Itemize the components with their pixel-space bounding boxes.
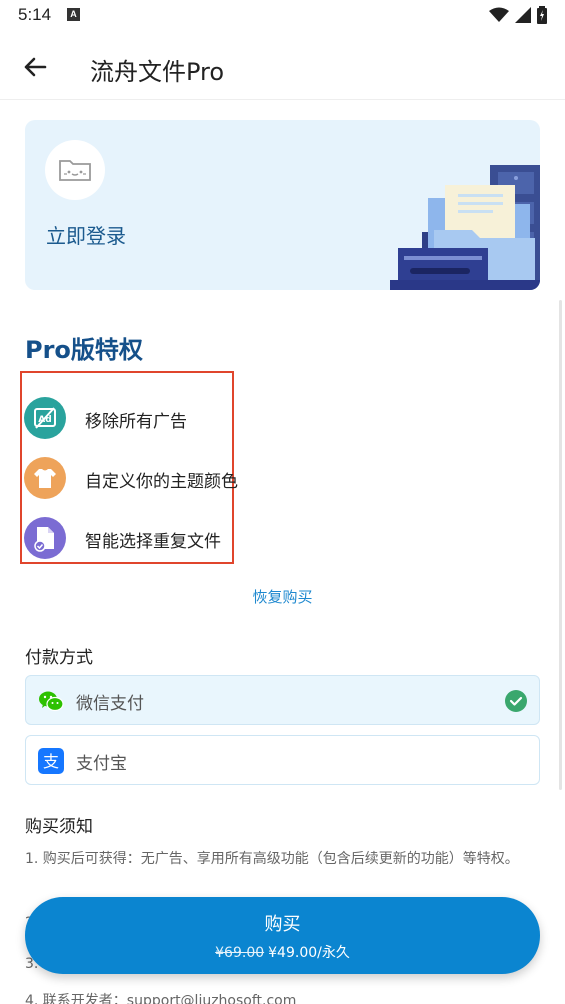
- signal-icon: [515, 7, 531, 23]
- folder-face-icon: [59, 160, 91, 181]
- notice-item: 4. 联系开发者：support@liuzhosoft.com: [25, 993, 297, 1004]
- pro-section-title: Pro版特权: [25, 336, 143, 364]
- scrollbar[interactable]: [559, 300, 562, 790]
- status-bar: 5:14 A: [0, 0, 565, 32]
- buy-price: ¥69.00 ¥49.00/永久: [25, 942, 540, 962]
- app-bar: 流舟文件Pro: [0, 32, 565, 100]
- avatar[interactable]: [45, 140, 105, 200]
- perk-item-duplicate-files: 智能选择重复文件: [24, 517, 324, 559]
- payment-method-title: 付款方式: [25, 648, 93, 668]
- restore-purchase-link[interactable]: 恢复购买: [0, 586, 565, 607]
- status-icons: [489, 6, 547, 24]
- wifi-icon: [489, 7, 509, 22]
- payment-option-label: 支付宝: [76, 754, 127, 774]
- duplicate-file-icon: [24, 517, 66, 559]
- alipay-icon: 支: [38, 748, 64, 774]
- login-link[interactable]: 立即登录: [46, 220, 126, 249]
- status-time: 5:14: [18, 5, 52, 24]
- page-title: 流舟文件Pro: [90, 58, 225, 86]
- perk-item-remove-ads: Ad 移除所有广告: [24, 397, 324, 439]
- original-price: ¥69.00: [215, 945, 265, 961]
- buy-button[interactable]: 购买 ¥69.00 ¥49.00/永久: [25, 897, 540, 974]
- battery-icon: [537, 6, 547, 24]
- perk-item-theme-color: 自定义你的主题颜色: [24, 457, 324, 499]
- shirt-icon: [24, 457, 66, 499]
- notice-item: 1. 购买后可获得：无广告、享用所有高级功能（包含后续更新的功能）等特权。: [25, 851, 519, 867]
- payment-option-wechat[interactable]: 微信支付: [25, 675, 540, 725]
- back-arrow-icon[interactable]: [20, 52, 50, 82]
- payment-option-alipay[interactable]: 支 支付宝: [25, 735, 540, 785]
- perk-label: 智能选择重复文件: [85, 532, 221, 552]
- perk-label: 移除所有广告: [85, 412, 187, 432]
- ad-block-icon: Ad: [24, 397, 66, 439]
- wechat-icon: [39, 691, 64, 712]
- file-cabinet-illustration: [390, 165, 540, 290]
- purchase-notice-title: 购买须知: [25, 817, 93, 837]
- svg-text:支: 支: [43, 752, 59, 771]
- check-circle-icon: [505, 690, 527, 712]
- login-card[interactable]: 立即登录: [25, 120, 540, 290]
- payment-option-label: 微信支付: [76, 694, 144, 714]
- perk-label: 自定义你的主题颜色: [85, 472, 238, 492]
- notification-a-icon: A: [67, 8, 80, 21]
- buy-button-label: 购买: [264, 914, 301, 935]
- current-price: ¥49.00/永久: [268, 945, 350, 961]
